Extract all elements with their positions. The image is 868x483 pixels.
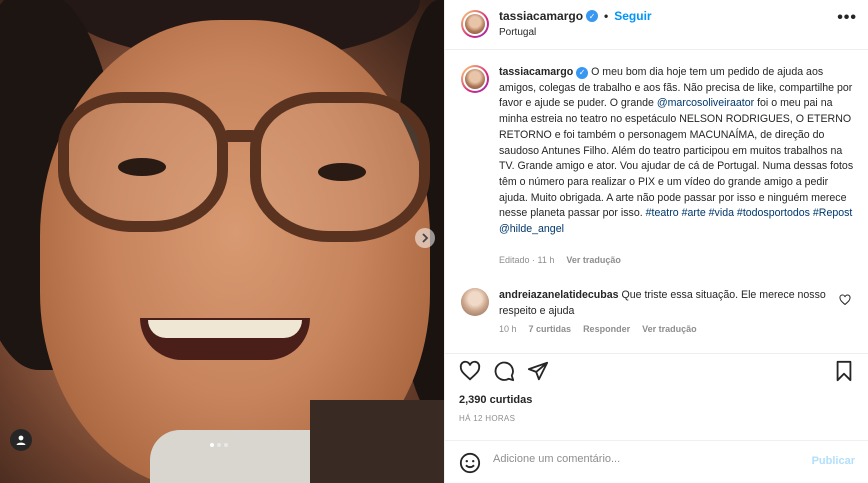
post-side-panel: tassiacamargo ✓ • Seguir Portugal ••• ta…	[444, 0, 868, 483]
likes-count[interactable]: 2,390 curtidas	[459, 394, 532, 406]
caption-edited-time: Editado · 11 h	[499, 255, 555, 265]
post-media[interactable]	[0, 0, 444, 483]
verified-badge-icon: ✓	[586, 10, 599, 22]
author-avatar[interactable]	[461, 10, 489, 38]
separator-dot: •	[604, 9, 609, 23]
save-bookmark-icon[interactable]	[833, 360, 855, 382]
caption-author-avatar[interactable]	[461, 65, 489, 93]
publish-button[interactable]: Publicar	[812, 455, 855, 467]
like-icon[interactable]	[459, 360, 481, 382]
comment-reply-button[interactable]: Responder	[583, 324, 630, 334]
comments-list[interactable]: tassiacamargo ✓ O meu bom dia hoje tem u…	[445, 51, 868, 353]
mention-link[interactable]: @marcosoliveiraator	[657, 97, 754, 109]
slide-indicator	[210, 443, 228, 447]
commenter-avatar[interactable]	[461, 288, 489, 316]
caption-text: tassiacamargo ✓ O meu bom dia hoje tem u…	[499, 65, 859, 238]
follow-button[interactable]: Seguir	[614, 9, 651, 23]
emoji-icon[interactable]	[459, 452, 481, 474]
post-header: tassiacamargo ✓ • Seguir Portugal •••	[445, 0, 868, 50]
comment-like-icon[interactable]	[839, 294, 851, 306]
caption-username[interactable]: tassiacamargo	[499, 66, 573, 78]
chevron-right-icon	[422, 233, 429, 243]
comment-likes-count[interactable]: 7 curtidas	[529, 324, 572, 334]
comment-input[interactable]	[493, 453, 793, 465]
share-icon[interactable]	[527, 360, 549, 382]
author-username[interactable]: tassiacamargo	[499, 9, 583, 23]
slide-dot	[224, 443, 228, 447]
verified-badge-icon: ✓	[576, 66, 589, 79]
caption-meta: Editado · 11 h Ver tradução	[499, 255, 621, 265]
person-icon	[16, 435, 26, 445]
comment-time: 10 h	[499, 324, 517, 334]
comment-icon[interactable]	[493, 360, 515, 382]
slide-dot-active	[210, 443, 214, 447]
comment-text: andreiazanelatidecubas Que triste essa s…	[499, 288, 839, 319]
caption-translate-link[interactable]: Ver tradução	[566, 255, 621, 265]
comment-username[interactable]: andreiazanelatidecubas	[499, 289, 619, 301]
comment-meta: 10 h 7 curtidas Responder Ver tradução	[499, 324, 697, 334]
add-comment-bar: Publicar	[445, 440, 868, 483]
location-link[interactable]: Portugal	[499, 27, 536, 38]
post-timestamp: HÁ 12 HORAS	[459, 414, 516, 423]
more-options-icon[interactable]: •••	[837, 10, 857, 26]
caption-body-2: foi o meu pai na minha estreia no teatro…	[499, 97, 854, 220]
slide-dot	[217, 443, 221, 447]
comment-translate-link[interactable]: Ver tradução	[642, 324, 697, 334]
post-dialog: tassiacamargo ✓ • Seguir Portugal ••• ta…	[0, 0, 868, 483]
next-slide-button[interactable]	[415, 228, 435, 248]
tagged-users-button[interactable]	[10, 429, 32, 451]
